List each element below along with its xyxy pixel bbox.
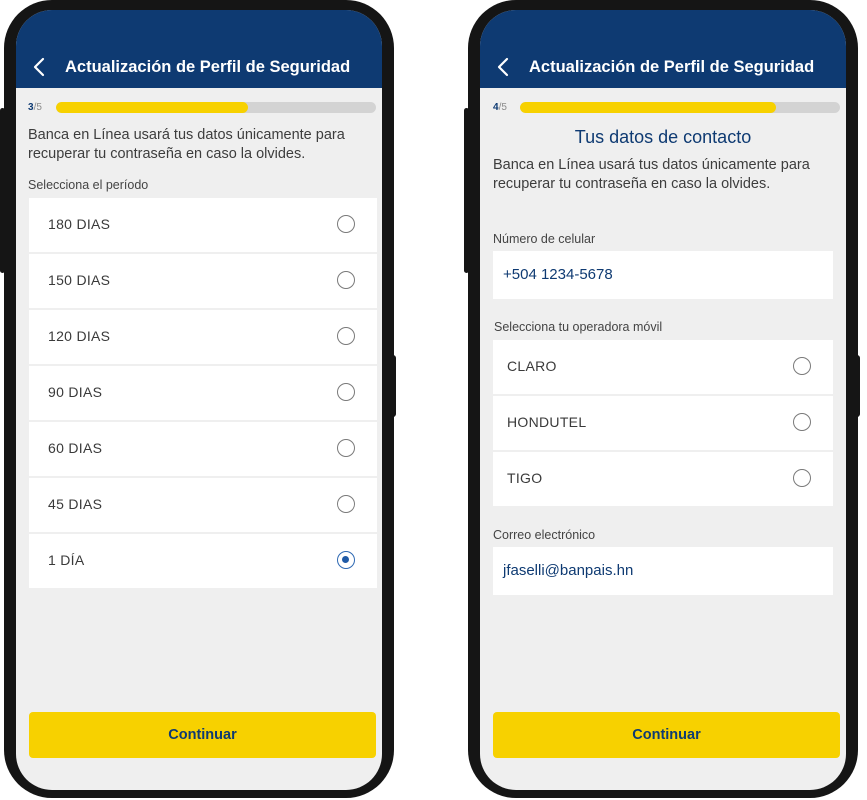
app-bar: Actualización de Perfil de Seguridad [16, 10, 382, 88]
operator-option[interactable]: CLARO [493, 340, 833, 394]
period-option[interactable]: 90 DIAS [29, 366, 377, 420]
phone-label: Número de celular [493, 232, 596, 246]
radio-button[interactable] [793, 357, 811, 375]
operator-options-list: CLARO HONDUTEL TIGO [493, 340, 833, 508]
period-option-label: 150 DIAS [48, 272, 111, 288]
radio-button[interactable] [337, 383, 355, 401]
section-heading: Tus datos de contacto [574, 127, 752, 147]
period-option[interactable]: 1 DÍA [29, 534, 377, 588]
progress-bar [520, 102, 840, 113]
period-option-label: 1 DÍA [48, 552, 85, 568]
period-option[interactable]: 180 DIAS [29, 198, 377, 252]
phone-power-button [854, 355, 860, 417]
email-input[interactable]: jfaselli@banpais.hn [493, 547, 833, 595]
page-title: Actualización de Perfil de Seguridad [529, 58, 815, 76]
radio-button[interactable] [337, 271, 355, 289]
phone-side-button [0, 108, 5, 273]
period-label: Selecciona el período [28, 178, 149, 192]
step-total: /5 [498, 102, 507, 113]
period-option-label: 45 DIAS [48, 496, 103, 512]
app-bar: Actualización de Perfil de Seguridad [480, 10, 846, 88]
radio-button[interactable] [337, 551, 355, 569]
progress-bar-fill [520, 102, 776, 113]
step-indicator: 4/5 [493, 102, 507, 113]
period-option[interactable]: 120 DIAS [29, 310, 377, 364]
period-option[interactable]: 45 DIAS [29, 478, 377, 532]
period-option-label: 90 DIAS [48, 384, 103, 400]
phone-right: Actualización de Perfil de Seguridad 4/5… [464, 0, 860, 798]
email-label: Correo electrónico [493, 528, 596, 542]
operator-option-label: CLARO [507, 358, 557, 374]
screen-contact-details: Actualización de Perfil de Seguridad 4/5… [480, 10, 846, 790]
continue-button[interactable]: Continuar [493, 712, 840, 758]
step-indicator: 3/5 [28, 102, 42, 113]
period-option[interactable]: 150 DIAS [29, 254, 377, 308]
progress-bar-fill [56, 102, 248, 113]
radio-button[interactable] [793, 469, 811, 487]
period-option[interactable]: 60 DIAS [29, 422, 377, 476]
radio-button[interactable] [337, 327, 355, 345]
phone-left: Actualización de Perfil de Seguridad 3/5… [0, 0, 396, 798]
phone-power-button [390, 355, 396, 417]
period-option-label: 120 DIAS [48, 328, 111, 344]
description-text: Banca en Línea usará tus datos únicament… [493, 157, 810, 192]
continue-button[interactable]: Continuar [29, 712, 376, 758]
period-option-label: 60 DIAS [48, 440, 103, 456]
operator-option[interactable]: HONDUTEL [493, 396, 833, 450]
screen-period-selection: Actualización de Perfil de Seguridad 3/5… [16, 10, 382, 790]
progress-bar [56, 102, 376, 113]
operator-option-label: HONDUTEL [507, 414, 587, 430]
back-arrow-icon[interactable] [28, 56, 50, 78]
phone-input[interactable]: +504 1234-5678 [493, 251, 833, 299]
back-arrow-icon[interactable] [492, 56, 514, 78]
radio-button[interactable] [337, 215, 355, 233]
period-options-list: 180 DIAS 150 DIAS 120 DIAS 90 DIAS 60 DI… [29, 198, 377, 590]
operator-option-label: TIGO [507, 470, 543, 486]
radio-button[interactable] [793, 413, 811, 431]
step-total: /5 [33, 102, 42, 113]
operator-label: Selecciona tu operadora móvil [494, 320, 663, 334]
phone-side-button [464, 108, 469, 273]
radio-button[interactable] [337, 495, 355, 513]
period-option-label: 180 DIAS [48, 216, 111, 232]
radio-button[interactable] [337, 439, 355, 457]
operator-option[interactable]: TIGO [493, 452, 833, 506]
description-text: Banca en Línea usará tus datos únicament… [28, 127, 345, 162]
page-title: Actualización de Perfil de Seguridad [65, 58, 351, 76]
